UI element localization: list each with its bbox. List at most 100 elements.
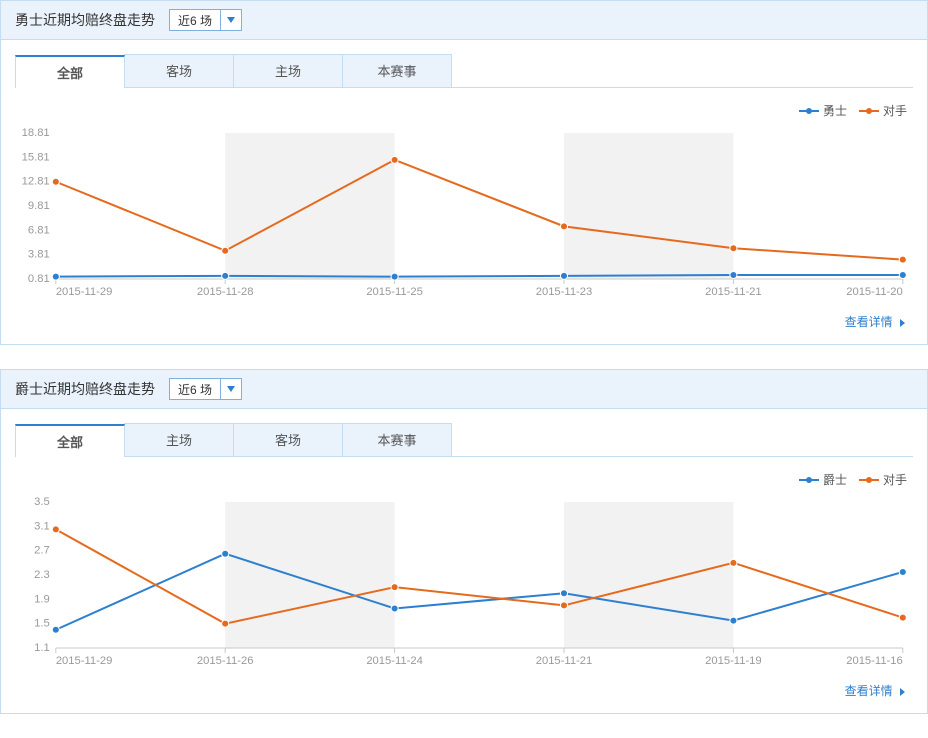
series-line <box>56 160 903 260</box>
line-chart: 0.813.816.819.8112.8115.8118.812015-11-2… <box>15 123 913 303</box>
trend-panel: 爵士近期均赔终盘走势 近6 场 全部主场客场本赛事 爵士 对手 1.1 <box>0 369 928 714</box>
y-tick-label: 1.1 <box>34 642 50 654</box>
legend-item-opponent: 对手 <box>859 102 907 119</box>
data-point[interactable] <box>391 605 398 612</box>
data-point[interactable] <box>52 273 59 280</box>
tab-客场[interactable]: 客场 <box>233 423 343 456</box>
data-point[interactable] <box>730 272 737 279</box>
games-select-caret[interactable] <box>220 378 242 400</box>
tab-全部[interactable]: 全部 <box>15 424 125 457</box>
panel-header: 爵士近期均赔终盘走势 近6 场 <box>1 370 927 409</box>
line-chart: 1.11.51.92.32.73.13.52015-11-292015-11-2… <box>15 492 913 672</box>
y-tick-label: 1.9 <box>34 593 50 605</box>
data-point[interactable] <box>899 568 906 575</box>
legend-label-primary: 爵士 <box>823 471 847 488</box>
chevron-right-icon <box>900 688 905 696</box>
x-tick-label: 2015-11-21 <box>536 655 593 667</box>
y-tick-label: 3.5 <box>34 496 50 508</box>
tab-本赛事[interactable]: 本赛事 <box>342 54 452 87</box>
data-point[interactable] <box>730 245 737 252</box>
data-point[interactable] <box>222 620 229 627</box>
legend-swatch-opponent <box>859 479 879 481</box>
data-point[interactable] <box>391 156 398 163</box>
tab-bar: 全部客场主场本赛事 <box>15 54 913 88</box>
series-line <box>56 529 903 623</box>
y-tick-label: 12.81 <box>22 176 50 188</box>
data-point[interactable] <box>52 626 59 633</box>
y-tick-label: 15.81 <box>22 151 50 163</box>
series-line <box>56 275 903 277</box>
x-tick-label: 2015-11-26 <box>197 655 254 667</box>
view-details-link[interactable]: 查看详情 <box>845 315 905 329</box>
games-select[interactable]: 近6 场 <box>169 9 242 31</box>
chevron-down-icon <box>227 386 235 392</box>
details-row: 查看详情 <box>15 307 913 340</box>
panel-title: 勇士近期均赔终盘走势 <box>15 10 155 30</box>
trend-panel: 勇士近期均赔终盘走势 近6 场 全部客场主场本赛事 勇士 对手 0.8 <box>0 0 928 345</box>
x-tick-label: 2015-11-24 <box>366 655 423 667</box>
y-tick-label: 2.7 <box>34 545 50 557</box>
data-point[interactable] <box>391 584 398 591</box>
view-details-label: 查看详情 <box>845 315 893 329</box>
data-point[interactable] <box>222 272 229 279</box>
legend-item-primary: 爵士 <box>799 471 847 488</box>
tab-主场[interactable]: 主场 <box>233 54 343 87</box>
tab-本赛事[interactable]: 本赛事 <box>342 423 452 456</box>
legend-item-primary: 勇士 <box>799 102 847 119</box>
data-point[interactable] <box>52 178 59 185</box>
tab-bar: 全部主场客场本赛事 <box>15 423 913 457</box>
data-point[interactable] <box>899 256 906 263</box>
data-point[interactable] <box>899 614 906 621</box>
tab-主场[interactable]: 主场 <box>124 423 234 456</box>
data-point[interactable] <box>222 247 229 254</box>
legend-item-opponent: 对手 <box>859 471 907 488</box>
x-tick-label: 2015-11-23 <box>536 286 593 298</box>
y-tick-label: 3.1 <box>34 520 50 532</box>
tab-全部[interactable]: 全部 <box>15 55 125 88</box>
series-line <box>56 554 903 630</box>
games-select[interactable]: 近6 场 <box>169 378 242 400</box>
data-point[interactable] <box>560 590 567 597</box>
panel-header: 勇士近期均赔终盘走势 近6 场 <box>1 1 927 40</box>
x-tick-label: 2015-11-25 <box>366 286 423 298</box>
view-details-link[interactable]: 查看详情 <box>845 684 905 698</box>
data-point[interactable] <box>730 559 737 566</box>
x-tick-label: 2015-11-21 <box>705 286 762 298</box>
view-details-label: 查看详情 <box>845 684 893 698</box>
panel-body: 全部客场主场本赛事 勇士 对手 0.813.816.819.8112.8115.… <box>1 40 927 344</box>
data-point[interactable] <box>52 526 59 533</box>
panel-body: 全部主场客场本赛事 爵士 对手 1.11.51.92.32.73.13.5201… <box>1 409 927 713</box>
y-tick-label: 18.81 <box>22 127 50 139</box>
chart-legend: 勇士 对手 <box>15 88 913 123</box>
x-tick-label: 2015-11-16 <box>846 655 903 667</box>
y-tick-label: 3.81 <box>28 249 50 261</box>
data-point[interactable] <box>730 617 737 624</box>
chevron-right-icon <box>900 319 905 327</box>
legend-swatch-primary <box>799 479 819 481</box>
x-tick-label: 2015-11-28 <box>197 286 254 298</box>
legend-swatch-opponent <box>859 110 879 112</box>
data-point[interactable] <box>560 272 567 279</box>
panel-title: 爵士近期均赔终盘走势 <box>15 379 155 399</box>
legend-swatch-primary <box>799 110 819 112</box>
games-select-caret[interactable] <box>220 9 242 31</box>
chart-legend: 爵士 对手 <box>15 457 913 492</box>
data-point[interactable] <box>222 550 229 557</box>
y-tick-label: 0.81 <box>28 273 50 285</box>
x-tick-label: 2015-11-29 <box>56 655 113 667</box>
data-point[interactable] <box>560 602 567 609</box>
data-point[interactable] <box>560 223 567 230</box>
y-tick-label: 1.5 <box>34 618 50 630</box>
tab-客场[interactable]: 客场 <box>124 54 234 87</box>
y-tick-label: 9.81 <box>28 200 50 212</box>
x-tick-label: 2015-11-20 <box>846 286 903 298</box>
data-point[interactable] <box>391 273 398 280</box>
details-row: 查看详情 <box>15 676 913 709</box>
x-tick-label: 2015-11-29 <box>56 286 113 298</box>
legend-label-opponent: 对手 <box>883 102 907 119</box>
chevron-down-icon <box>227 17 235 23</box>
data-point[interactable] <box>899 272 906 279</box>
chart-area: 0.813.816.819.8112.8115.8118.812015-11-2… <box>15 123 913 303</box>
x-tick-label: 2015-11-19 <box>705 655 762 667</box>
games-select-value: 近6 场 <box>169 378 220 400</box>
